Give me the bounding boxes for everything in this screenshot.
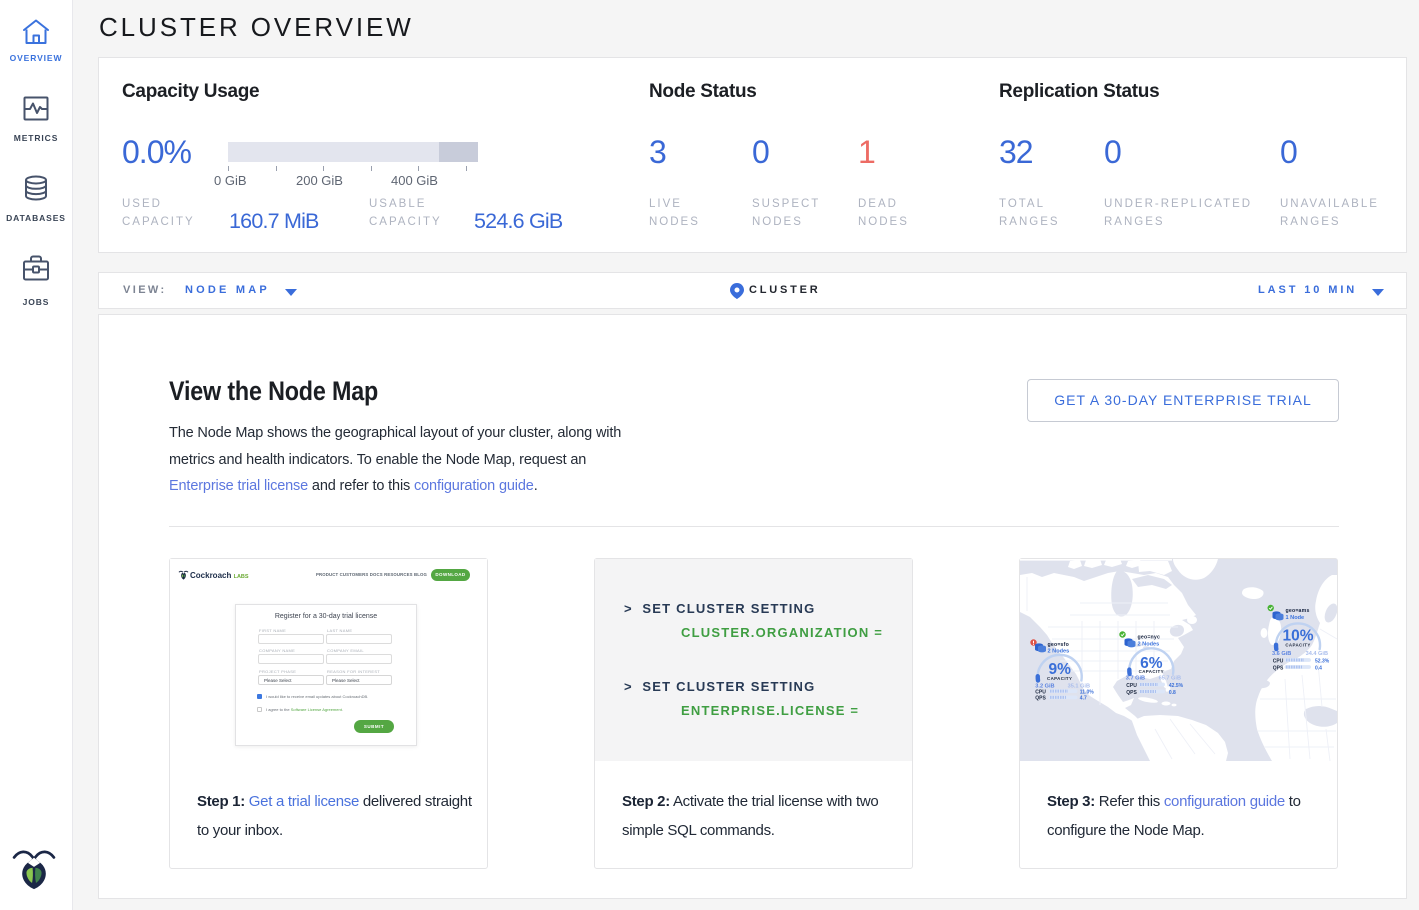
svg-text:65.7 GiB: 65.7 GiB: [1159, 675, 1181, 681]
svg-text:QPS: QPS: [1035, 696, 1046, 702]
svg-text:3.6 GiB: 3.6 GiB: [1272, 651, 1291, 657]
svg-text:0.8: 0.8: [1169, 690, 1176, 696]
svg-text:QPS: QPS: [1126, 690, 1137, 696]
svg-text:4.7: 4.7: [1080, 696, 1087, 702]
svg-text:CPU: CPU: [1273, 658, 1284, 664]
svg-text:geo=sfo: geo=sfo: [1048, 642, 1069, 648]
svg-text:CPU: CPU: [1035, 689, 1046, 695]
svg-text:42.5%: 42.5%: [1169, 683, 1184, 689]
svg-text:2 Nodes: 2 Nodes: [1138, 642, 1160, 648]
svg-text:11.0%: 11.0%: [1080, 689, 1094, 695]
svg-text:34.4 GiB: 34.4 GiB: [1306, 651, 1328, 657]
svg-text:CAPACITY: CAPACITY: [1047, 676, 1072, 681]
svg-text:0.4: 0.4: [1315, 665, 1322, 671]
svg-text:geo=nyc: geo=nyc: [1138, 635, 1161, 641]
svg-text:1 Node: 1 Node: [1286, 615, 1305, 621]
svg-text:52.3%: 52.3%: [1315, 658, 1330, 664]
svg-text:2 Nodes: 2 Nodes: [1048, 649, 1070, 655]
svg-text:geo=ams: geo=ams: [1286, 608, 1310, 614]
svg-text:CPU: CPU: [1126, 683, 1137, 689]
svg-text:3.7 GiB: 3.7 GiB: [1126, 675, 1145, 681]
svg-text:QPS: QPS: [1273, 665, 1284, 671]
svg-text:CAPACITY: CAPACITY: [1139, 669, 1164, 674]
svg-text:CAPACITY: CAPACITY: [1285, 642, 1310, 647]
